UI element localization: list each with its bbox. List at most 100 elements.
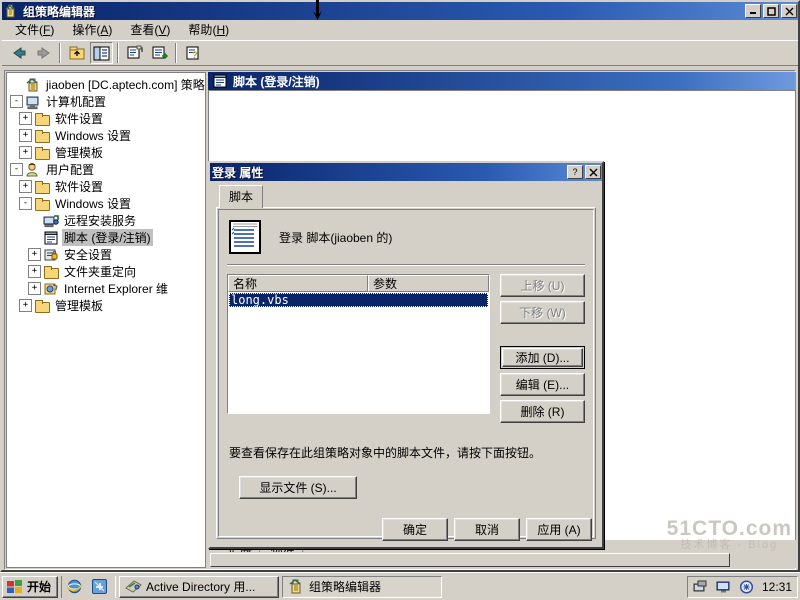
menu-help[interactable]: 帮助(H) — [179, 19, 238, 40]
menu-action[interactable]: 操作(A) — [63, 19, 121, 40]
maximize-button[interactable] — [763, 4, 779, 18]
tree-node-ie-maintenance[interactable]: + Internet Explorer 维 — [10, 280, 205, 297]
start-button[interactable]: 开始 — [2, 575, 59, 598]
display-icon[interactable] — [716, 580, 731, 594]
close-button[interactable] — [781, 4, 797, 18]
console-body: jiaoben [DC.aptech.com] 策略 - 计算机配置 + 软件设… — [4, 70, 796, 570]
show-desktop-icon[interactable] — [91, 578, 108, 595]
folder-icon — [34, 128, 50, 144]
script-listview[interactable]: 名称 参数 long.vbs — [227, 274, 490, 414]
tree-label: 用户配置 — [46, 163, 95, 177]
tree-node-security-settings[interactable]: + 安全设置 — [10, 246, 205, 263]
menu-file[interactable]: 文件(F) — [6, 19, 63, 40]
folder-icon — [34, 179, 50, 195]
tree-node-user-configuration[interactable]: - 用户配置 — [10, 161, 205, 178]
expander-icon[interactable]: + — [19, 299, 32, 312]
console-tree-pane[interactable]: jiaoben [DC.aptech.com] 策略 - 计算机配置 + 软件设… — [6, 72, 206, 568]
tree-node-user-windows-settings[interactable]: - Windows 设置 — [10, 195, 205, 212]
dialog-help-button[interactable]: ? — [567, 165, 583, 179]
menubar: 文件(F) 操作(A) 查看(V) 帮助(H) — [2, 20, 798, 40]
toolbar-separator-3 — [175, 43, 177, 63]
forward-arrow-icon[interactable] — [32, 42, 55, 64]
expander-icon[interactable]: + — [19, 146, 32, 159]
toolbar: ? — [2, 40, 798, 66]
tree-label: 计算机配置 — [46, 95, 107, 109]
sidebar-item-scripts-logon-logoff[interactable]: 脚本 (登录/注销) — [10, 229, 205, 246]
tree-label: 文件夹重定向 — [64, 265, 137, 279]
dialog-tabstrip: 脚本 — [216, 185, 596, 208]
menu-view[interactable]: 查看(V) — [121, 19, 179, 40]
expander-icon[interactable]: + — [19, 180, 32, 193]
expander-icon[interactable]: + — [19, 112, 32, 125]
show-files-button[interactable]: 显示文件 (S)... — [239, 475, 357, 499]
tree-node-folder-redirection[interactable]: + 文件夹重定向 — [10, 263, 205, 280]
tab-scripts[interactable]: 脚本 — [219, 185, 264, 208]
ok-button[interactable]: 确定 — [382, 518, 448, 541]
expander-icon[interactable]: - — [10, 95, 23, 108]
show-hide-tree-icon[interactable] — [90, 42, 113, 64]
add-button[interactable]: 添加 (D)... — [499, 346, 585, 369]
policy-icon — [25, 77, 41, 93]
tree-label: 软件设置 — [55, 180, 104, 194]
tree-label: 管理模板 — [55, 146, 104, 160]
svg-text:?: ? — [192, 50, 198, 60]
column-header-name[interactable]: 名称 — [228, 275, 368, 292]
move-up-button[interactable]: 上移 (U) — [499, 274, 585, 297]
window-controls — [745, 4, 797, 18]
horizontal-scrollbar[interactable] — [208, 552, 796, 568]
apply-button[interactable]: 应用 (A) — [526, 518, 592, 541]
cancel-button[interactable]: 取消 — [454, 518, 520, 541]
internet-explorer-icon[interactable] — [66, 578, 83, 595]
tree-node-user-admin-templates[interactable]: + 管理模板 — [10, 297, 205, 314]
script-name-cell: long.vbs — [231, 293, 289, 307]
tree-label: Windows 设置 — [55, 129, 132, 143]
taskbar-item-label: Active Directory 用... — [146, 580, 256, 594]
clock[interactable]: 12:31 — [762, 580, 792, 594]
tree-node-computer-windows-settings[interactable]: + Windows 设置 — [10, 127, 205, 144]
expander-icon[interactable]: + — [28, 248, 41, 261]
group-policy-editor-window: 组策略编辑器 文件(F) 操作(A) 查看(V) 帮助(H) ? jiaoben… — [0, 0, 800, 572]
system-tray: 12:31 — [686, 575, 798, 598]
expander-icon[interactable]: + — [19, 129, 32, 142]
help-icon[interactable]: ? — [181, 42, 204, 64]
active-directory-icon — [125, 579, 143, 595]
remove-button[interactable]: 删除 (R) — [499, 400, 585, 423]
security-icon — [43, 247, 59, 263]
tree-node-root[interactable]: jiaoben [DC.aptech.com] 策略 — [10, 76, 205, 93]
section-divider — [227, 264, 585, 266]
script-list-row: 名称 参数 long.vbs 上移 (U) 下移 (W) 添加 (D)... 编… — [217, 274, 595, 423]
properties-icon[interactable] — [123, 42, 146, 64]
tree-node-computer-software-settings[interactable]: + 软件设置 — [10, 110, 205, 127]
tree-node-user-software-settings[interactable]: + 软件设置 — [10, 178, 205, 195]
minimize-button[interactable] — [745, 4, 761, 18]
expander-icon[interactable]: + — [28, 282, 41, 295]
move-down-button[interactable]: 下移 (W) — [499, 301, 585, 324]
expander-icon[interactable]: - — [10, 163, 23, 176]
result-pane-title: 脚本 (登录/注销) — [233, 74, 320, 89]
taskbar: 开始 Active Directory 用... 组策略编辑器 12:31 — [0, 572, 800, 600]
dialog-close-button[interactable] — [585, 165, 601, 179]
network-icon[interactable] — [693, 580, 708, 594]
edit-button[interactable]: 编辑 (E)... — [499, 373, 585, 396]
back-arrow-icon[interactable] — [7, 42, 30, 64]
tree-node-computer-admin-templates[interactable]: + 管理模板 — [10, 144, 205, 161]
shield-icon[interactable] — [739, 579, 754, 594]
script-icon — [43, 230, 59, 246]
expander-placeholder — [10, 78, 23, 91]
window-title: 组策略编辑器 — [23, 4, 96, 19]
expander-icon[interactable]: - — [19, 197, 32, 210]
expander-icon[interactable]: + — [28, 265, 41, 278]
tree-node-computer-configuration[interactable]: - 计算机配置 — [10, 93, 205, 110]
script-icon — [212, 73, 228, 89]
ie-maintenance-icon — [43, 281, 59, 297]
export-list-icon[interactable] — [148, 42, 171, 64]
table-row[interactable]: long.vbs — [229, 293, 488, 307]
tree-label: 安全设置 — [64, 248, 113, 262]
tree-node-remote-installation-services[interactable]: 远程安装服务 — [10, 212, 205, 229]
dialog-controls: ? — [567, 165, 601, 179]
column-header-parameters[interactable]: 参数 — [368, 275, 489, 292]
taskbar-item-active-directory[interactable]: Active Directory 用... — [119, 575, 280, 598]
up-one-level-icon[interactable] — [65, 42, 88, 64]
listview-header: 名称 参数 — [228, 275, 489, 292]
taskbar-item-group-policy-editor[interactable]: 组策略编辑器 — [282, 575, 443, 598]
